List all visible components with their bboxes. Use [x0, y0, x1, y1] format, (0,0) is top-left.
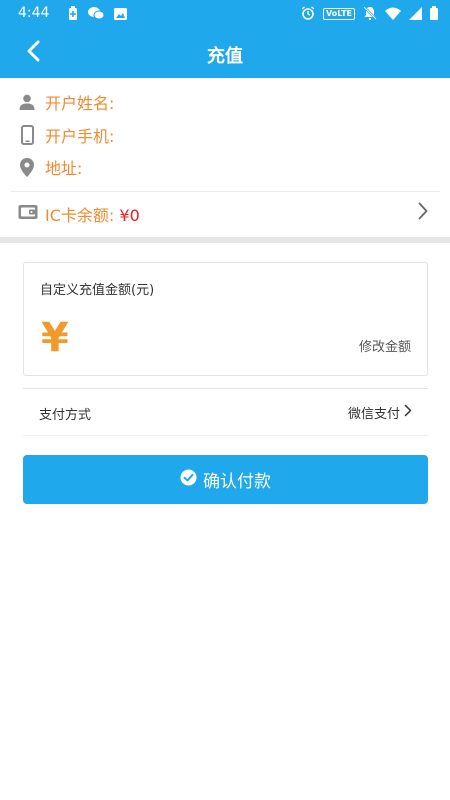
account-phone-label: 开户手机:	[45, 127, 115, 146]
custom-amount-title: 自定义充值金额(元)	[40, 283, 155, 298]
confirm-payment-button[interactable]: 确认付款	[23, 455, 428, 504]
wallet-icon	[18, 204, 38, 224]
section-divider	[0, 237, 450, 243]
divider	[23, 435, 428, 436]
address-label: 地址:	[45, 159, 83, 178]
yen-symbol: ¥	[41, 315, 69, 361]
account-name-label: 开户姓名:	[45, 94, 115, 113]
image-icon	[114, 5, 127, 24]
modify-amount-button[interactable]: 修改金额	[359, 336, 411, 355]
app-bar: 充值	[0, 28, 450, 78]
ic-card-balance-row[interactable]: IC卡余额: ¥0	[0, 192, 450, 234]
payment-method-value: 微信支付	[348, 403, 412, 422]
ic-card-balance: IC卡余额: ¥0	[45, 202, 140, 226]
address-row: 地址:	[18, 153, 82, 181]
location-pin-icon	[18, 157, 36, 177]
wechat-icon	[88, 5, 105, 24]
volte-icon: VoLTE	[323, 8, 355, 20]
status-right-icons: VoLTE	[301, 5, 438, 24]
signal-icon	[409, 5, 422, 24]
status-time: 4:44	[18, 5, 50, 21]
alarm-icon	[301, 5, 315, 24]
battery-icon	[430, 5, 438, 24]
payment-method-row[interactable]: 支付方式 微信支付	[23, 390, 428, 434]
divider	[23, 388, 428, 389]
battery-saver-icon	[68, 5, 78, 24]
status-left-icons	[68, 5, 127, 24]
notifications-off-icon	[363, 5, 377, 24]
page-title: 充值	[207, 46, 243, 67]
check-circle-icon	[180, 469, 197, 490]
chevron-right-icon	[418, 202, 428, 224]
ic-card-balance-label: IC卡余额:	[45, 206, 115, 225]
status-bar: 4:44 VoLTE	[0, 0, 450, 28]
account-name-row: 开户姓名:	[18, 88, 114, 116]
person-icon	[18, 92, 36, 112]
payment-method-label: 支付方式	[39, 408, 92, 423]
chevron-right-icon	[404, 404, 412, 421]
payment-method-text: 微信支付	[347, 407, 400, 422]
account-phone-row: 开户手机:	[18, 121, 114, 149]
confirm-payment-label: 确认付款	[203, 472, 271, 492]
ic-card-balance-value: ¥0	[119, 206, 140, 225]
wifi-icon	[385, 5, 401, 24]
phone-icon	[18, 125, 36, 145]
custom-amount-card: 自定义充值金额(元) ¥ 修改金额	[23, 262, 428, 376]
